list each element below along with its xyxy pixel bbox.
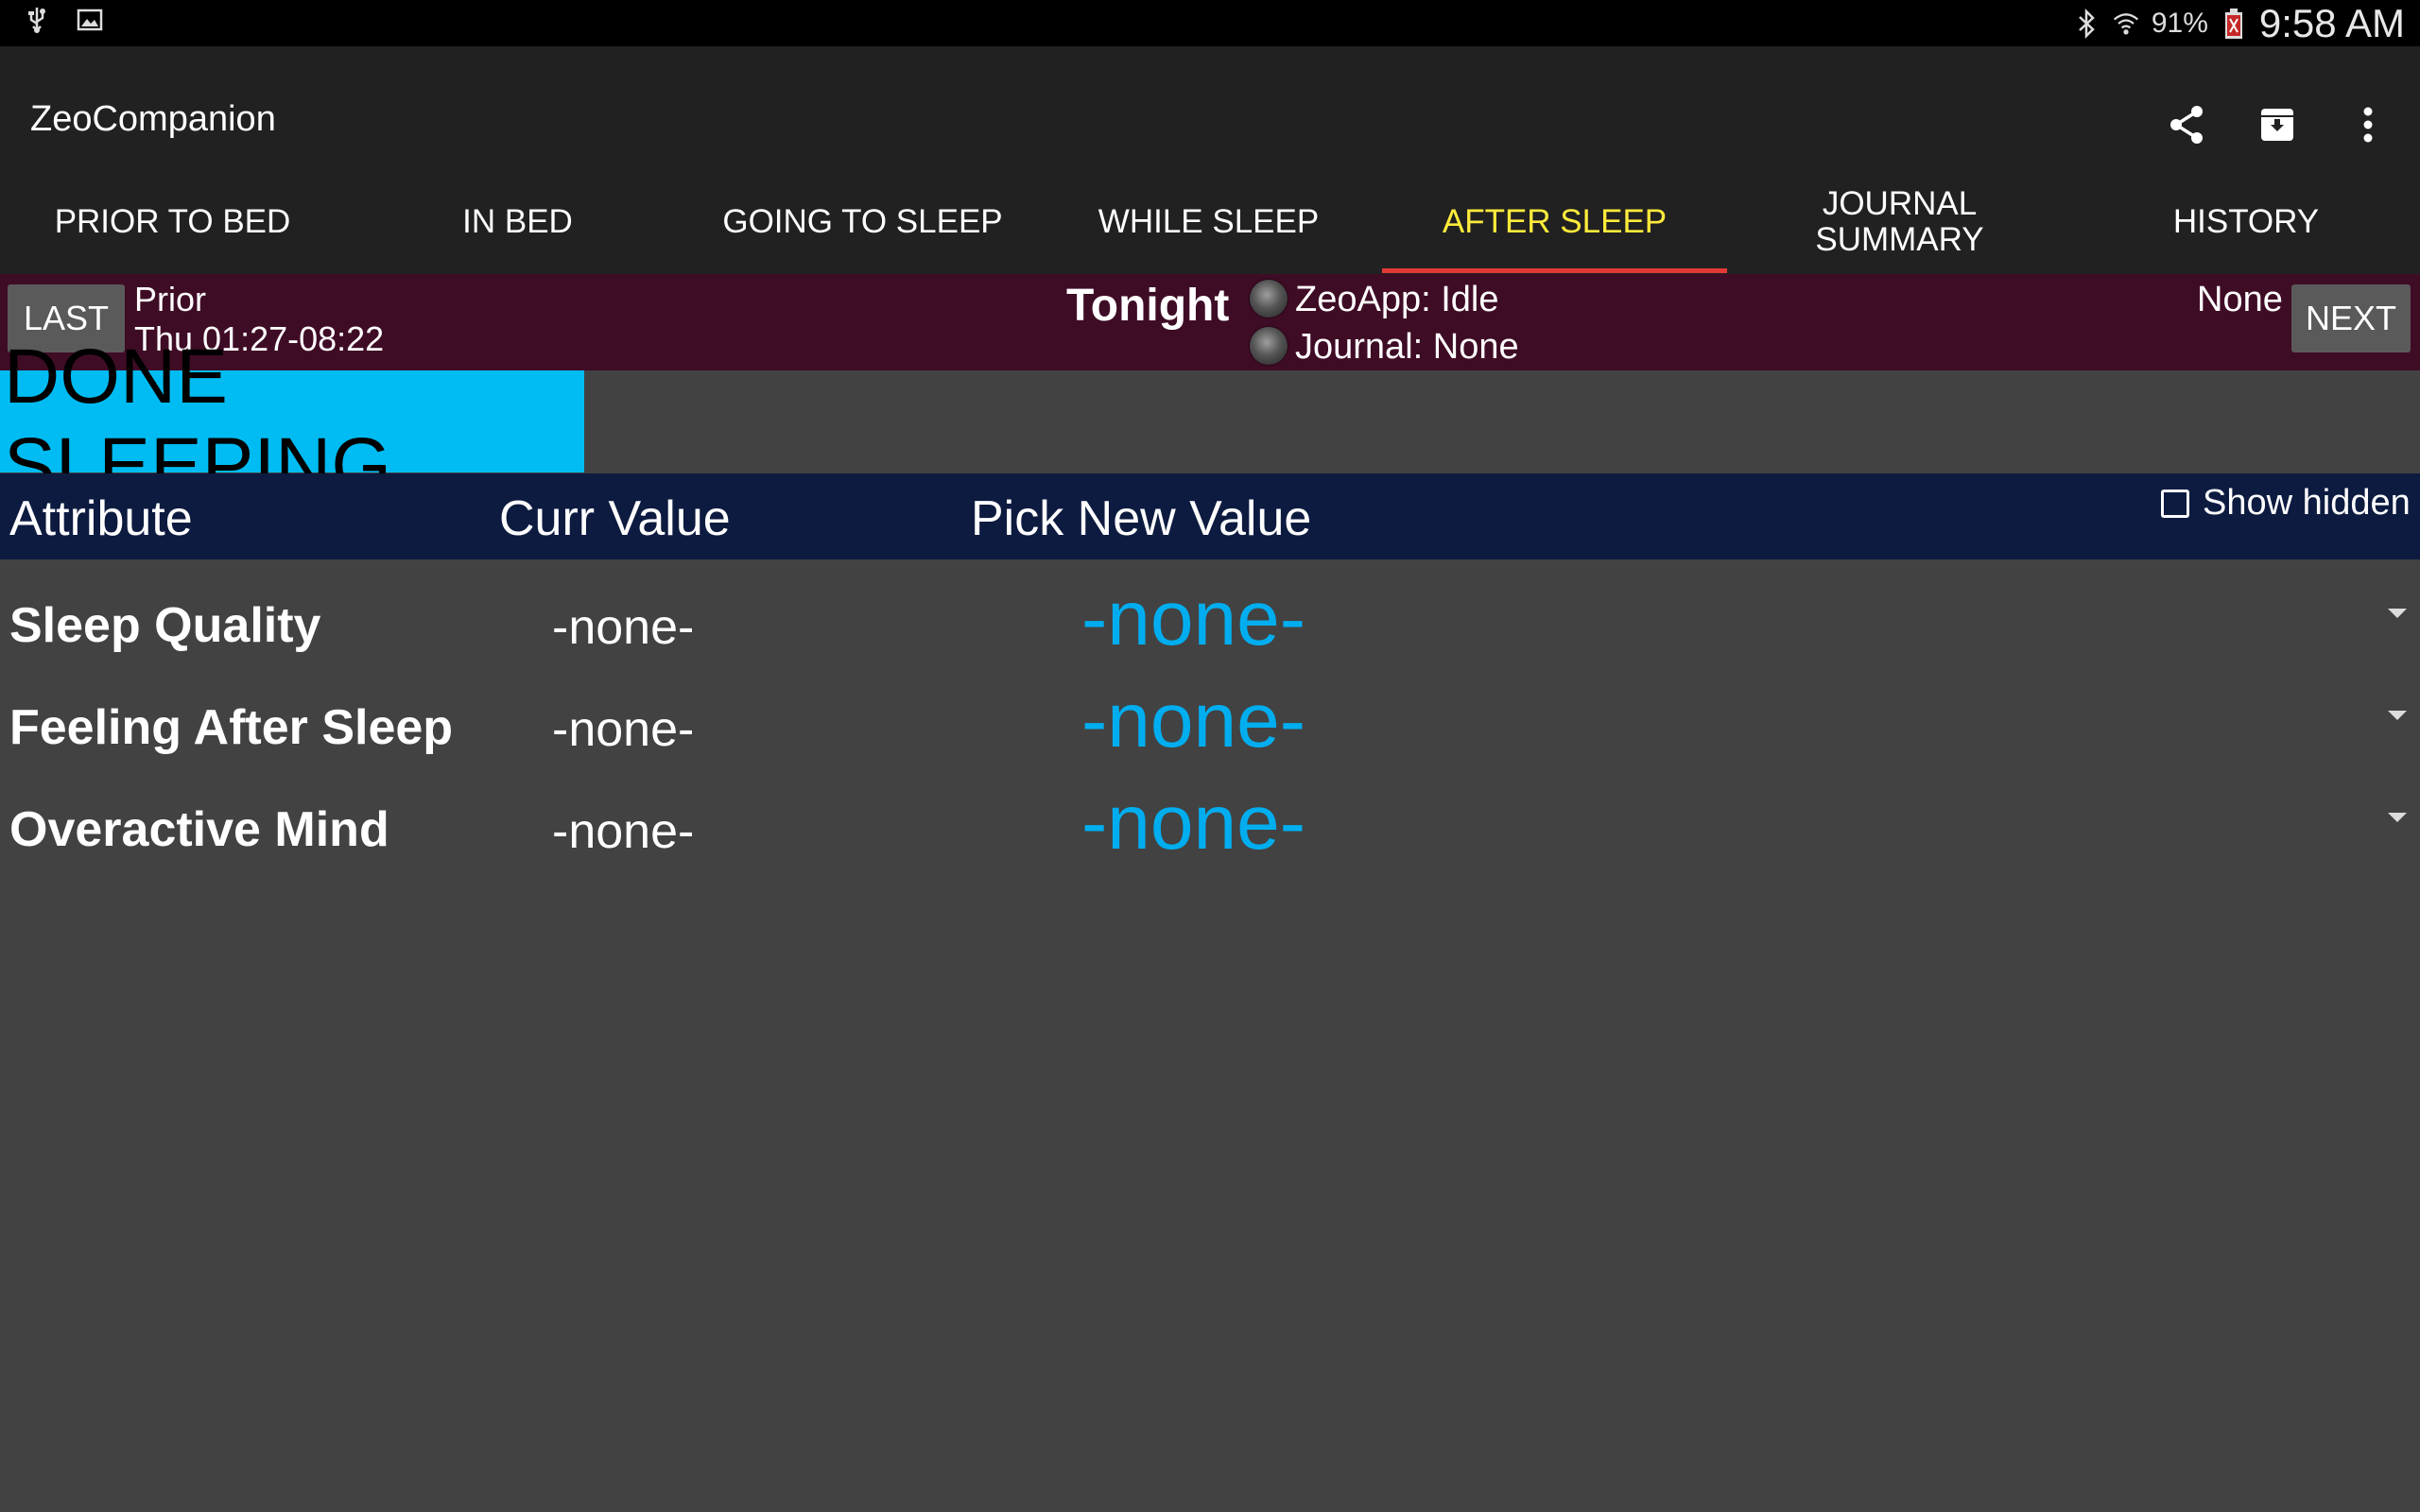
tab-bar: PRIOR TO BED IN BED GOING TO SLEEP WHILE… (0, 170, 2420, 274)
attribute-table-header: Attribute Curr Value Pick New Value Show… (0, 473, 2420, 559)
overflow-menu-icon[interactable] (2344, 101, 2392, 148)
bluetooth-icon (2072, 8, 2100, 39)
archive-icon[interactable] (2254, 101, 2301, 148)
journal-status: Journal: None (1295, 327, 1519, 367)
header-attribute: Attribute (9, 491, 193, 546)
attribute-name: Overactive Mind (9, 802, 389, 857)
next-session-label: None (2197, 280, 2283, 319)
tab-journal-summary[interactable]: JOURNAL SUMMARY (1727, 170, 2072, 274)
tab-prior-to-bed[interactable]: PRIOR TO BED (0, 170, 345, 274)
current-value: -none- (552, 600, 695, 655)
attribute-name: Sleep Quality (9, 598, 321, 653)
done-sleeping-banner: DONE SLEEPING (0, 334, 584, 508)
tab-after-sleep[interactable]: AFTER SLEEP (1382, 170, 1727, 274)
wifi-icon (2112, 9, 2140, 38)
dropdown-arrow-icon[interactable] (2388, 813, 2407, 822)
attribute-row-sleep-quality: Sleep Quality -none- -none- (0, 575, 2420, 677)
show-hidden-label: Show hidden (2203, 483, 2411, 523)
show-hidden-toggle[interactable]: Show hidden (2161, 483, 2411, 524)
tab-going-to-sleep[interactable]: GOING TO SLEEP (690, 170, 1035, 274)
pick-value-spinner[interactable]: -none- (1081, 677, 1305, 765)
journal-status-led-icon (1250, 327, 1288, 365)
next-button[interactable]: NEXT (2291, 284, 2411, 352)
header-curr-value: Curr Value (499, 491, 731, 546)
battery-percent: 91% (2151, 7, 2208, 39)
pick-value-spinner[interactable]: -none- (1081, 575, 1305, 663)
show-hidden-checkbox[interactable] (2161, 489, 2189, 518)
action-bar: ZeoCompanion (0, 46, 2420, 170)
active-tab-indicator (1382, 268, 1727, 273)
current-session-label: Tonight (1066, 281, 1230, 331)
dropdown-arrow-icon[interactable] (2388, 609, 2407, 618)
image-icon (76, 6, 104, 34)
status-bar: 91% 9:58 AM (0, 0, 2420, 46)
attribute-row-overactive-mind: Overactive Mind -none- -none- (0, 779, 2420, 881)
attribute-name: Feeling After Sleep (9, 700, 454, 755)
tab-in-bed[interactable]: IN BED (345, 170, 690, 274)
clock: 9:58 AM (2258, 0, 2405, 45)
prior-session-label: Prior (134, 280, 207, 318)
zeoapp-status-led-icon (1250, 280, 1288, 318)
zeoapp-status: ZeoApp: Idle (1295, 280, 1499, 319)
tab-history[interactable]: HISTORY (2072, 170, 2420, 274)
current-value: -none- (552, 804, 695, 859)
app-title: ZeoCompanion (30, 99, 276, 139)
attribute-row-feeling-after-sleep: Feeling After Sleep -none- -none- (0, 677, 2420, 779)
current-value: -none- (552, 702, 695, 757)
pick-value-spinner[interactable]: -none- (1081, 779, 1305, 868)
share-icon[interactable] (2163, 101, 2210, 148)
battery-icon (2220, 8, 2248, 39)
tab-while-sleep[interactable]: WHILE SLEEP (1035, 170, 1382, 274)
usb-icon (23, 6, 51, 34)
header-pick-new-value: Pick New Value (971, 491, 1312, 546)
dropdown-arrow-icon[interactable] (2388, 711, 2407, 720)
